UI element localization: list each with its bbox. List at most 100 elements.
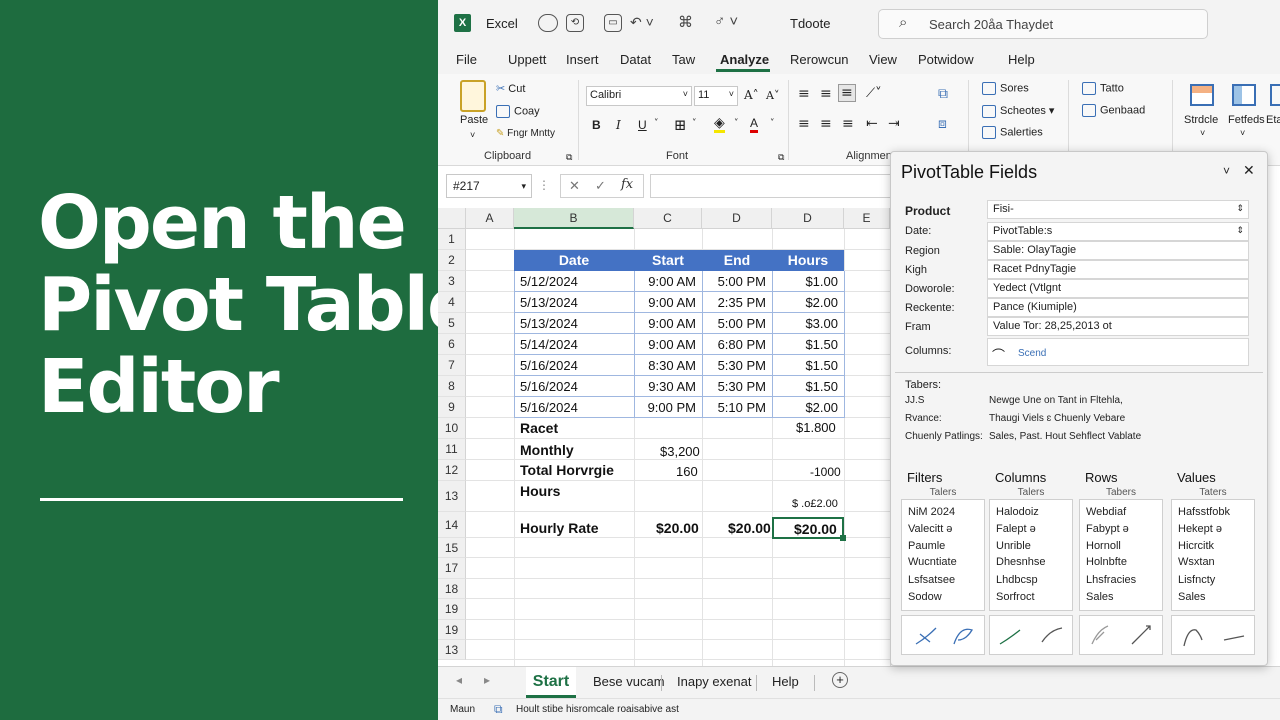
menu-uppett[interactable]: Uppett	[508, 52, 546, 67]
list-item[interactable]: Valecitt ə	[908, 523, 952, 535]
row-header[interactable]: 7	[438, 355, 466, 376]
field-select-product[interactable]: Fisi- ⇕	[987, 200, 1249, 219]
values-area[interactable]: Values Taters Hafsstfobk Hekept ə Hicrci…	[1171, 464, 1255, 660]
filters-drop-zone[interactable]	[901, 615, 985, 655]
table-cell[interactable]: 5/13/2024	[520, 316, 578, 331]
row-header[interactable]: 15	[438, 538, 466, 558]
chevron-down-icon[interactable]: ˅	[1200, 128, 1205, 138]
fields-icon[interactable]	[1232, 84, 1256, 106]
cell-b10[interactable]: Racet	[520, 420, 558, 436]
merge-cells-icon[interactable]: ⧈	[938, 116, 947, 132]
cell-e10[interactable]: $1.800	[796, 420, 836, 435]
menu-help[interactable]: Help	[1008, 52, 1035, 67]
underline-button[interactable]: U	[638, 118, 647, 132]
menu-rerowcun[interactable]: Rerowcun	[790, 52, 849, 67]
extra-icon[interactable]	[1270, 84, 1280, 106]
column-header[interactable]: D	[702, 208, 772, 229]
table-cell[interactable]: 9:30 AM	[634, 379, 696, 394]
table-cell[interactable]: 2:35 PM	[702, 295, 766, 310]
wrap-text-icon[interactable]: ⧉	[938, 86, 948, 102]
menu-potwidow[interactable]: Potwidow	[918, 52, 974, 67]
list-item[interactable]: Sorfroct	[996, 591, 1035, 603]
add-sheet-icon[interactable]: +	[832, 672, 848, 688]
header-date[interactable]: Date	[514, 250, 634, 271]
cell-e13[interactable]: $ .o£2.00	[792, 498, 838, 510]
cell-d14[interactable]: $20.00	[728, 520, 771, 536]
scroll-left-icon[interactable]: ◂	[456, 673, 462, 687]
list-item[interactable]: Fabypt ə	[1086, 523, 1129, 535]
orientation-icon[interactable]: ⟋˅	[866, 86, 882, 101]
format-painter-button[interactable]: ✎ Fngr Mntty	[496, 128, 555, 139]
font-expand-icon[interactable]: ⧉	[778, 152, 784, 163]
sores-button[interactable]: Sores	[982, 82, 1029, 95]
extra-label[interactable]: Eta Tet	[1266, 114, 1280, 126]
list-item[interactable]: Hekept ə	[1178, 523, 1222, 535]
formula-input[interactable]	[650, 174, 900, 198]
list-item[interactable]: Holnbfte	[1086, 556, 1127, 568]
row-header[interactable]: 1	[438, 229, 466, 250]
chevron-down-icon[interactable]: ˅	[1223, 164, 1230, 178]
list-item[interactable]: Paumle	[908, 540, 945, 552]
table-cell[interactable]: $2.00	[772, 295, 838, 310]
column-header[interactable]: E	[844, 208, 890, 229]
menu-view[interactable]: View	[869, 52, 897, 67]
columns-area[interactable]: Columns Talers Halodoiz Falept ə Unrible…	[989, 464, 1073, 660]
table-cell[interactable]: 5:00 PM	[702, 274, 766, 289]
header-end[interactable]: End	[702, 250, 772, 271]
list-item[interactable]: Lisfncty	[1178, 574, 1215, 586]
paste-icon[interactable]	[460, 80, 486, 112]
table-cell[interactable]: 5:30 PM	[702, 379, 766, 394]
menu-taw[interactable]: Taw	[672, 52, 695, 67]
row-header[interactable]: 6	[438, 334, 466, 355]
accessibility-icon[interactable]: ⧉	[494, 702, 503, 717]
header-hours[interactable]: Hours	[772, 250, 844, 271]
customize-icon[interactable]: ⌘	[678, 13, 693, 31]
list-item[interactable]: Sales	[1086, 591, 1114, 603]
fill-dropdown-icon[interactable]: ˅	[734, 119, 739, 129]
field-box-region[interactable]: Sable: OlayTagie	[987, 241, 1249, 260]
underline-dropdown-icon[interactable]: ˅	[654, 119, 659, 129]
align-center-icon[interactable]: ≡	[820, 116, 832, 132]
table-cell[interactable]: $3.00	[772, 316, 838, 331]
font-color-dropdown-icon[interactable]: ˅	[770, 119, 775, 129]
redo-icon[interactable]: ↶ ˅	[630, 14, 654, 31]
selected-cell[interactable]: $20.00	[772, 517, 846, 541]
list-item[interactable]: NiM 2024	[908, 506, 955, 518]
cell-b14[interactable]: Hourly Rate	[520, 520, 599, 536]
list-item[interactable]: Wucntiate	[908, 556, 957, 568]
structure-label[interactable]: Strdcle	[1184, 114, 1218, 126]
paste-label[interactable]: Paste	[460, 114, 488, 126]
close-icon[interactable]: ✕	[1243, 162, 1255, 179]
row-header[interactable]: 17	[438, 558, 466, 579]
fill-color-icon[interactable]: ◈	[714, 116, 725, 133]
cell-e12[interactable]: -1000	[810, 465, 841, 479]
rows-area[interactable]: Rows Tabers Webdiaf Fabypt ə Hornoll Hol…	[1079, 464, 1163, 660]
list-item[interactable]: Wsxtan	[1178, 556, 1215, 568]
table-cell[interactable]: 5:30 PM	[702, 358, 766, 373]
table-cell[interactable]: $1.50	[772, 337, 838, 352]
column-header[interactable]: B	[514, 208, 634, 229]
rows-drop-zone[interactable]	[1079, 615, 1163, 655]
save-icon[interactable]: ⟲	[566, 14, 584, 32]
list-item[interactable]: Hafsstfobk	[1178, 506, 1230, 518]
cell-c11[interactable]: $3,200	[660, 444, 700, 459]
list-item[interactable]: Sales	[1178, 591, 1206, 603]
filters-area[interactable]: Filters Talers NiM 2024 Valecitt ə Pauml…	[901, 464, 985, 660]
select-all-corner[interactable]	[438, 208, 466, 229]
table-cell[interactable]: $2.00	[772, 400, 838, 415]
chevron-down-icon[interactable]: ˅	[1240, 128, 1245, 138]
table-cell[interactable]: 6:80 PM	[702, 337, 766, 352]
field-box-reckente[interactable]: Pance (Kiumiple)	[987, 298, 1249, 317]
row-header[interactable]: 13	[438, 481, 466, 512]
field-select-date[interactable]: PivotTable:s ⇕	[987, 222, 1249, 241]
row-header[interactable]: 4	[438, 292, 466, 313]
table-cell[interactable]: 5/14/2024	[520, 337, 578, 352]
table-cell[interactable]: 5/13/2024	[520, 295, 578, 310]
row-header[interactable]: 10	[438, 418, 466, 439]
fill-handle[interactable]	[840, 535, 846, 541]
row-header[interactable]: 8	[438, 376, 466, 397]
font-color-icon[interactable]: A	[750, 116, 759, 133]
column-header[interactable]: A	[466, 208, 514, 229]
table-cell[interactable]: $1.00	[772, 274, 838, 289]
cell-c12[interactable]: 160	[676, 464, 698, 479]
